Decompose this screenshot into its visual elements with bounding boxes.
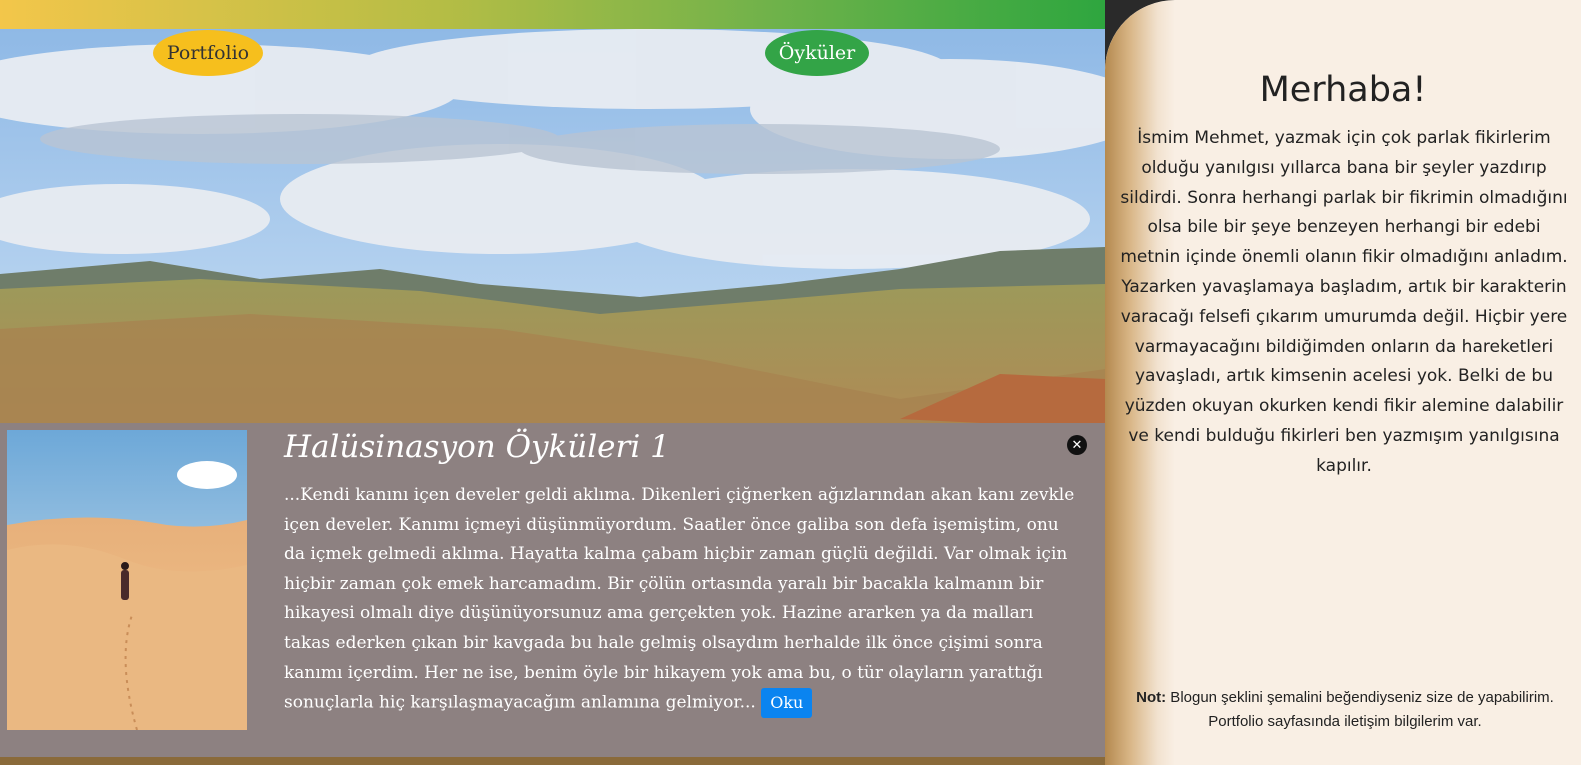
nav-portfolio-button[interactable]: Portfolio (153, 30, 263, 76)
top-gradient-bar (0, 0, 1105, 29)
read-button[interactable]: Oku (761, 688, 813, 719)
main-area: Portfolio Öyküler Halüsinasyon Öyküleri … (0, 0, 1105, 765)
story-card: Halüsinasyon Öyküleri 1 ✕ ...Kendi kanın… (0, 423, 1105, 757)
story-excerpt-text: ...Kendi kanını içen develer geldi aklım… (284, 485, 1075, 713)
sidebar-bio: İsmim Mehmet, yazmak için çok parlak fik… (1120, 128, 1568, 476)
story-title[interactable]: Halüsinasyon Öyküleri 1 (284, 429, 670, 465)
about-sidebar: Merhaba! İsmim Mehmet, yazmak için çok p… (1105, 0, 1581, 765)
bottom-strip (0, 757, 1105, 765)
story-excerpt: ...Kendi kanını içen develer geldi aklım… (284, 481, 1084, 719)
hero-landscape-image (0, 29, 1105, 429)
desert-thumbnail-image (7, 430, 247, 730)
note-label: Not: (1136, 689, 1167, 706)
sidebar-title: Merhaba! (1259, 70, 1427, 110)
close-circle-icon[interactable]: ✕ (1067, 435, 1087, 455)
note-text: Blogun şeklini şemalini beğendiyseniz si… (1166, 689, 1554, 730)
nav-stories-button[interactable]: Öyküler (765, 30, 869, 76)
sidebar-note: Not: Blogun şeklini şemalini beğendiysen… (1135, 686, 1555, 734)
